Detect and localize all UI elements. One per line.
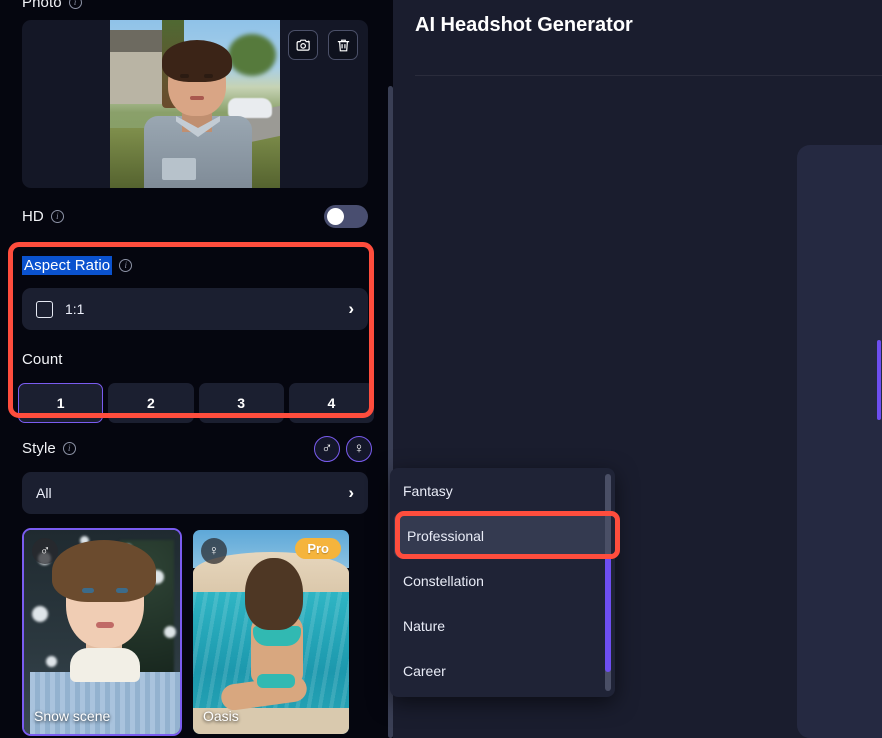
style-category-dropdown: Fantasy Professional Constellation Natur…: [390, 468, 615, 697]
style-category-value: All: [36, 485, 52, 501]
app-root: Photo i HD i Aspect Ratio i 1:1 › Count …: [0, 0, 882, 738]
camera-icon: [296, 39, 310, 51]
style-card-oasis[interactable]: ♀ Pro Oasis: [191, 528, 351, 736]
photo-thumbnail: [110, 20, 280, 188]
retake-photo-button[interactable]: [288, 30, 318, 60]
style-label: Style i: [22, 440, 76, 457]
style-card-caption: Oasis: [203, 708, 239, 724]
count-label: Count: [22, 351, 63, 368]
gender-filter-group: ♂ ♀: [314, 436, 372, 462]
aspect-ratio-value: 1:1: [65, 301, 85, 317]
aspect-ratio-select[interactable]: 1:1 ›: [22, 288, 368, 330]
photo-label-text: Photo: [22, 0, 62, 11]
pro-badge: Pro: [295, 538, 341, 559]
male-filter-button[interactable]: ♂: [314, 436, 340, 462]
photo-preview-box[interactable]: [22, 20, 368, 188]
hd-label: HD i: [22, 208, 64, 225]
chevron-right-icon: ›: [348, 483, 354, 502]
photo-section-label: Photo i: [22, 0, 82, 11]
info-icon[interactable]: i: [68, 0, 82, 9]
style-thumbnail-grid: ♂ Snow scene ♀ Pro Oasis: [22, 528, 351, 736]
count-option-4[interactable]: 4: [288, 383, 374, 423]
info-icon[interactable]: i: [119, 259, 133, 272]
count-options: 1 2 3 4: [18, 383, 374, 423]
aspect-ratio-label-text: Aspect Ratio: [22, 256, 113, 275]
header-divider: [415, 75, 882, 76]
dropdown-item-fantasy[interactable]: Fantasy: [390, 468, 615, 513]
dropdown-item-nature[interactable]: Nature: [390, 603, 615, 648]
hd-toggle[interactable]: [324, 205, 368, 228]
style-card-caption: Snow scene: [34, 708, 111, 724]
count-label-text: Count: [22, 351, 63, 368]
style-category-select[interactable]: All ›: [22, 472, 368, 514]
delete-photo-button[interactable]: [328, 30, 358, 60]
dropdown-item-career[interactable]: Career: [390, 648, 615, 693]
female-filter-button[interactable]: ♀: [346, 436, 372, 462]
aspect-ratio-label: Aspect Ratio i: [22, 256, 133, 275]
hd-row: HD i: [22, 205, 368, 228]
male-badge-icon: ♂: [32, 538, 58, 564]
hd-label-text: HD: [22, 208, 44, 225]
chevron-right-icon: ›: [348, 299, 354, 318]
count-option-3[interactable]: 3: [198, 383, 284, 423]
settings-sidebar: Photo i HD i Aspect Ratio i 1:1 › Count …: [0, 0, 393, 738]
square-icon: [36, 300, 53, 318]
count-option-1[interactable]: 1: [18, 383, 104, 423]
style-label-text: Style: [22, 440, 56, 457]
info-icon[interactable]: i: [62, 442, 76, 455]
info-icon[interactable]: i: [50, 210, 64, 223]
toggle-knob: [327, 208, 344, 225]
trash-icon: [337, 39, 349, 51]
style-card-snow-scene[interactable]: ♂ Snow scene: [22, 528, 182, 736]
dropdown-scrollbar-thumb[interactable]: [605, 554, 611, 672]
dropdown-item-constellation[interactable]: Constellation: [390, 558, 615, 603]
female-badge-icon: ♀: [201, 538, 227, 564]
page-title: AI Headshot Generator: [415, 14, 633, 36]
count-option-2[interactable]: 2: [108, 383, 194, 423]
dropdown-item-professional[interactable]: Professional: [394, 513, 611, 558]
main-scrollbar[interactable]: [877, 340, 881, 420]
preview-card: [797, 145, 882, 738]
